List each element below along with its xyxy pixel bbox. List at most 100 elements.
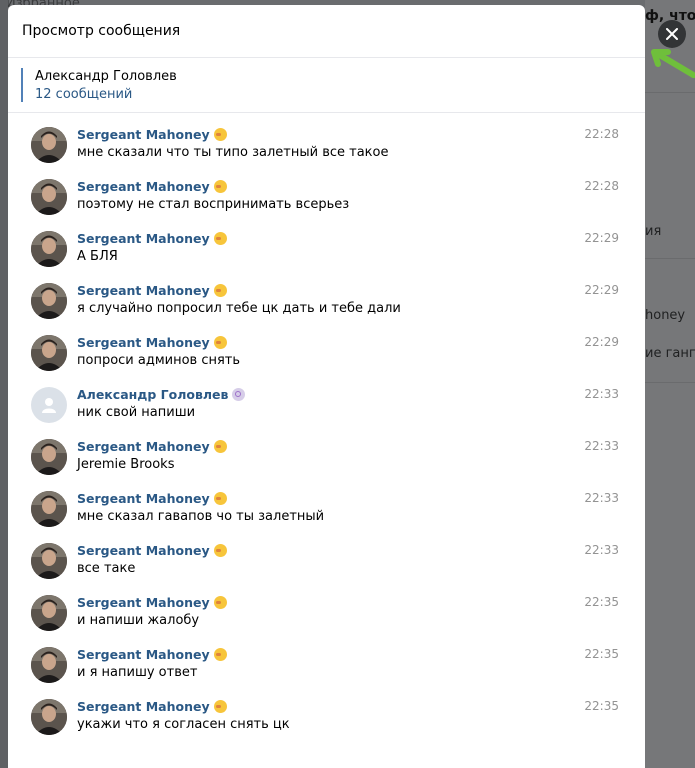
avatar[interactable]: [31, 439, 67, 475]
duck-emoji-icon: [213, 128, 227, 141]
message-time[interactable]: 22:33: [584, 387, 619, 401]
duck-emoji-icon: [213, 544, 227, 557]
profile-photo: [31, 647, 67, 683]
message-author-name[interactable]: Sergeant Mahoney: [77, 595, 210, 610]
message-author-name[interactable]: Sergeant Mahoney: [77, 335, 210, 350]
message-item[interactable]: Александр Головлев ник свой напиши 22:33: [8, 375, 645, 427]
message-author[interactable]: Sergeant Mahoney: [77, 283, 227, 298]
message-text: я случайно попросил тебе цк дать и тебе …: [77, 301, 401, 316]
message-item[interactable]: Sergeant Mahoney мне сказали что ты типо …: [8, 115, 645, 167]
avatar[interactable]: [31, 647, 67, 683]
message-author-name[interactable]: Sergeant Mahoney: [77, 647, 210, 662]
avatar[interactable]: [31, 595, 67, 631]
message-author-name[interactable]: Александр Головлев: [77, 387, 228, 402]
close-icon: [666, 28, 678, 40]
message-time[interactable]: 22:35: [584, 699, 619, 713]
avatar[interactable]: [31, 491, 67, 527]
message-author[interactable]: Sergeant Mahoney: [77, 231, 227, 246]
green-arrow-icon: [651, 49, 695, 78]
message-author[interactable]: Sergeant Mahoney: [77, 491, 227, 506]
avatar[interactable]: [31, 231, 67, 267]
message-author-name[interactable]: Sergeant Mahoney: [77, 699, 210, 714]
close-button[interactable]: [658, 20, 686, 48]
message-item[interactable]: Sergeant Mahoney Jeremie Brooks 22:33: [8, 427, 645, 479]
conversation-info[interactable]: Александр Головлев 12 сообщений: [8, 58, 645, 113]
message-item[interactable]: Sergeant Mahoney мне сказал гавапов чо ты…: [8, 479, 645, 531]
message-author-name[interactable]: Sergeant Mahoney: [77, 231, 210, 246]
duck-emoji-icon: [213, 336, 227, 349]
message-author-name[interactable]: Sergeant Mahoney: [77, 491, 210, 506]
avatar[interactable]: [31, 543, 67, 579]
message-item[interactable]: Sergeant Mahoney я случайно попросил тебе…: [8, 271, 645, 323]
message-author[interactable]: Sergeant Mahoney: [77, 543, 227, 558]
avatar[interactable]: [31, 335, 67, 371]
profile-photo: [31, 335, 67, 371]
message-text: укажи что я согласен снять цк: [77, 717, 290, 732]
message-item[interactable]: Sergeant Mahoney А БЛЯ 22:29: [8, 219, 645, 271]
message-time[interactable]: 22:29: [584, 283, 619, 297]
modal-header: Просмотр сообщения: [8, 5, 645, 58]
profile-photo: [31, 439, 67, 475]
duck-emoji-icon: [213, 648, 227, 661]
message-author[interactable]: Sergeant Mahoney: [77, 127, 227, 142]
modal-title: Просмотр сообщения: [22, 23, 181, 39]
message-time[interactable]: 22:33: [584, 439, 619, 453]
message-time[interactable]: 22:35: [584, 647, 619, 661]
message-item[interactable]: Sergeant Mahoney укажи что я согласен сня…: [8, 687, 645, 739]
message-item[interactable]: Sergeant Mahoney и я напишу ответ 22:35: [8, 635, 645, 687]
conversation-message-count[interactable]: 12 сообщений: [35, 87, 132, 102]
conversation-name[interactable]: Александр Головлев: [35, 69, 177, 84]
message-author-name[interactable]: Sergeant Mahoney: [77, 543, 210, 558]
message-author[interactable]: Sergeant Mahoney: [77, 439, 227, 454]
message-author[interactable]: Александр Головлев: [77, 387, 246, 402]
background-right-panel: [645, 0, 695, 768]
message-text: все таке: [77, 561, 136, 576]
duck-emoji-icon: [213, 440, 227, 453]
avatar[interactable]: [31, 179, 67, 215]
message-author[interactable]: Sergeant Mahoney: [77, 595, 227, 610]
message-item[interactable]: Sergeant Mahoney попроси админов снять 22:…: [8, 323, 645, 375]
profile-photo: [31, 283, 67, 319]
message-text: мне сказал гавапов чо ты залетный: [77, 509, 325, 524]
duck-emoji-icon: [213, 700, 227, 713]
message-time[interactable]: 22:29: [584, 335, 619, 349]
message-time[interactable]: 22:35: [584, 595, 619, 609]
message-author-name[interactable]: Sergeant Mahoney: [77, 127, 210, 142]
message-time[interactable]: 22:33: [584, 543, 619, 557]
message-text: мне сказали что ты типо залетный все так…: [77, 145, 389, 160]
avatar[interactable]: [31, 283, 67, 319]
message-item[interactable]: Sergeant Mahoney и напиши жалобу 22:35: [8, 583, 645, 635]
message-time[interactable]: 22:28: [584, 127, 619, 141]
message-author[interactable]: Sergeant Mahoney: [77, 647, 227, 662]
profile-photo: [31, 595, 67, 631]
message-author[interactable]: Sergeant Mahoney: [77, 179, 227, 194]
message-list: Sergeant Mahoney мне сказали что ты типо …: [8, 115, 645, 739]
swirl-emoji-icon: [232, 388, 246, 401]
message-item[interactable]: Sergeant Mahoney все таке 22:33: [8, 531, 645, 583]
message-author[interactable]: Sergeant Mahoney: [77, 699, 227, 714]
profile-photo: [31, 127, 67, 163]
duck-emoji-icon: [213, 596, 227, 609]
avatar[interactable]: [31, 387, 67, 423]
conversation-accent-bar: [21, 68, 23, 102]
avatar[interactable]: [31, 699, 67, 735]
message-time[interactable]: 22:28: [584, 179, 619, 193]
message-author[interactable]: Sergeant Mahoney: [77, 335, 227, 350]
avatar[interactable]: [31, 127, 67, 163]
background-divider: [645, 382, 695, 383]
profile-photo: [31, 543, 67, 579]
profile-photo: [31, 231, 67, 267]
message-time[interactable]: 22:33: [584, 491, 619, 505]
message-author-name[interactable]: Sergeant Mahoney: [77, 439, 210, 454]
message-author-name[interactable]: Sergeant Mahoney: [77, 283, 210, 298]
message-item[interactable]: Sergeant Mahoney поэтому не стал восприни…: [8, 167, 645, 219]
message-text: ник свой напиши: [77, 405, 196, 420]
duck-emoji-icon: [213, 180, 227, 193]
message-time[interactable]: 22:29: [584, 231, 619, 245]
message-text: и я напишу ответ: [77, 665, 198, 680]
background-left-strip: [0, 0, 8, 768]
message-text: Jeremie Brooks: [77, 457, 175, 472]
message-author-name[interactable]: Sergeant Mahoney: [77, 179, 210, 194]
background-right-item: ия: [645, 224, 662, 239]
background-divider: [645, 92, 695, 93]
